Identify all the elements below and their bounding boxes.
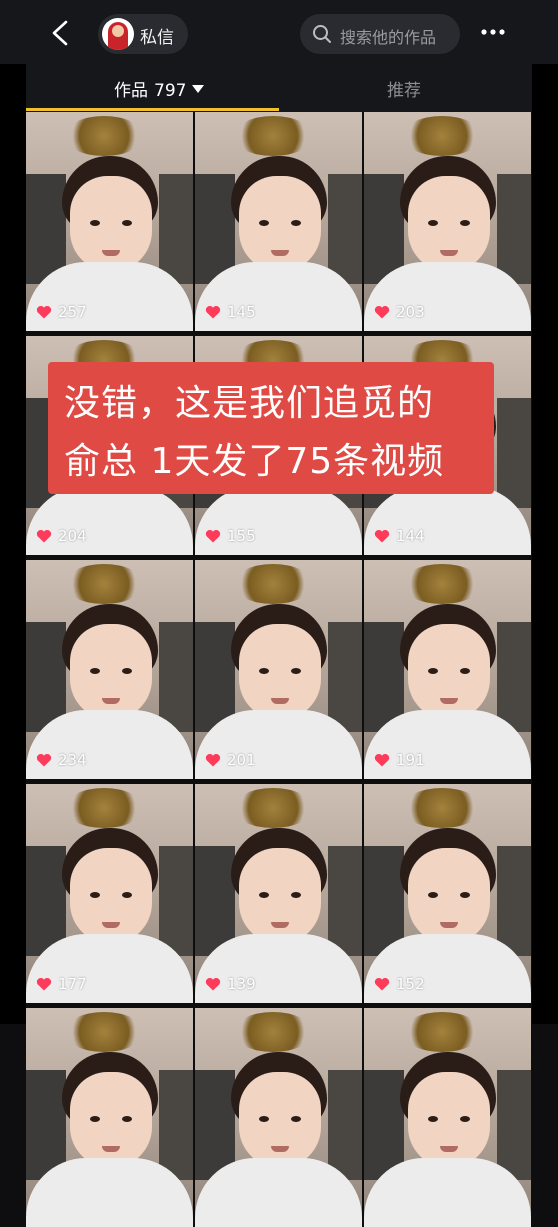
video-thumbnail[interactable] (26, 1008, 193, 1227)
profile-tabs: 作品 797 推荐 (26, 64, 532, 112)
search-input[interactable]: 搜索他的作品 (300, 14, 460, 54)
face (70, 624, 152, 720)
tab-works-label: 作品 (114, 81, 148, 101)
heart-icon (36, 305, 52, 319)
direct-message-label: 私信 (140, 28, 174, 48)
heart-icon (374, 305, 390, 319)
caption-line-2: 俞总 1天发了75条视频 (64, 441, 445, 482)
video-thumbnail[interactable] (364, 1008, 531, 1227)
plant-decoration (402, 1012, 482, 1052)
face (239, 624, 321, 720)
like-count: 191 (374, 751, 425, 769)
like-count: 145 (205, 303, 256, 321)
active-tab-indicator (26, 108, 279, 111)
plant-decoration (233, 564, 313, 604)
plant-decoration (64, 116, 144, 156)
like-count: 155 (205, 527, 256, 545)
search-icon (313, 25, 331, 43)
like-count-value: 191 (396, 751, 425, 769)
like-count-value: 177 (58, 975, 87, 993)
video-thumbnail[interactable]: 257 (26, 112, 193, 331)
caption-line-1: 没错，这是我们追觅的 (64, 383, 435, 424)
like-count-value: 144 (396, 527, 425, 545)
like-count: 203 (374, 303, 425, 321)
plant-decoration (64, 788, 144, 828)
face (70, 1072, 152, 1168)
right-border (532, 0, 558, 1024)
face (239, 176, 321, 272)
face (408, 624, 490, 720)
heart-icon (374, 753, 390, 767)
like-count: 257 (36, 303, 87, 321)
back-arrow-icon[interactable] (46, 18, 76, 48)
video-thumbnail[interactable]: 203 (364, 112, 531, 331)
face (408, 1072, 490, 1168)
heart-icon (205, 529, 221, 543)
heart-icon (36, 753, 52, 767)
like-count-value: 145 (227, 303, 256, 321)
plant-decoration (402, 564, 482, 604)
like-count: 152 (374, 975, 425, 993)
video-thumbnail[interactable]: 177 (26, 784, 193, 1003)
like-count-value: 204 (58, 527, 87, 545)
face (239, 848, 321, 944)
plant-decoration (233, 788, 313, 828)
video-thumbnail[interactable]: 201 (195, 560, 362, 779)
tab-works[interactable]: 作品 797 (114, 76, 205, 101)
like-count-value: 201 (227, 751, 256, 769)
direct-message-button[interactable]: 私信 (98, 14, 188, 54)
search-placeholder: 搜索他的作品 (340, 28, 437, 47)
video-thumbnail[interactable]: 139 (195, 784, 362, 1003)
like-count-value: 203 (396, 303, 425, 321)
tab-recommend[interactable]: 推荐 (387, 76, 421, 101)
left-border (0, 0, 26, 1024)
like-count: 139 (205, 975, 256, 993)
like-count: 234 (36, 751, 87, 769)
caption-overlay: 没错，这是我们追觅的 俞总 1天发了75条视频 (48, 362, 494, 494)
plant-decoration (233, 1012, 313, 1052)
heart-icon (205, 305, 221, 319)
plant-decoration (64, 1012, 144, 1052)
face (408, 848, 490, 944)
avatar (102, 18, 134, 50)
plant-decoration (233, 116, 313, 156)
like-count-value: 257 (58, 303, 87, 321)
like-count-value: 139 (227, 975, 256, 993)
heart-icon (374, 977, 390, 991)
plant-decoration (402, 788, 482, 828)
heart-icon (374, 529, 390, 543)
heart-icon (205, 977, 221, 991)
heart-icon (36, 977, 52, 991)
like-count: 201 (205, 751, 256, 769)
heart-icon (205, 753, 221, 767)
more-options-icon[interactable] (480, 22, 506, 42)
video-thumbnail[interactable] (195, 1008, 362, 1227)
face (70, 848, 152, 944)
face (239, 1072, 321, 1168)
face (70, 176, 152, 272)
face (408, 176, 490, 272)
like-count: 177 (36, 975, 87, 993)
like-count-value: 152 (396, 975, 425, 993)
top-bar: 私信 搜索他的作品 (0, 0, 558, 64)
tab-works-count: 797 (154, 81, 187, 101)
chevron-down-icon[interactable] (192, 85, 205, 93)
like-count-value: 155 (227, 527, 256, 545)
video-thumbnail[interactable]: 234 (26, 560, 193, 779)
heart-icon (36, 529, 52, 543)
plant-decoration (402, 116, 482, 156)
video-thumbnail[interactable]: 145 (195, 112, 362, 331)
like-count: 204 (36, 527, 87, 545)
like-count: 144 (374, 527, 425, 545)
like-count-value: 234 (58, 751, 87, 769)
plant-decoration (64, 564, 144, 604)
video-thumbnail[interactable]: 191 (364, 560, 531, 779)
video-thumbnail[interactable]: 152 (364, 784, 531, 1003)
